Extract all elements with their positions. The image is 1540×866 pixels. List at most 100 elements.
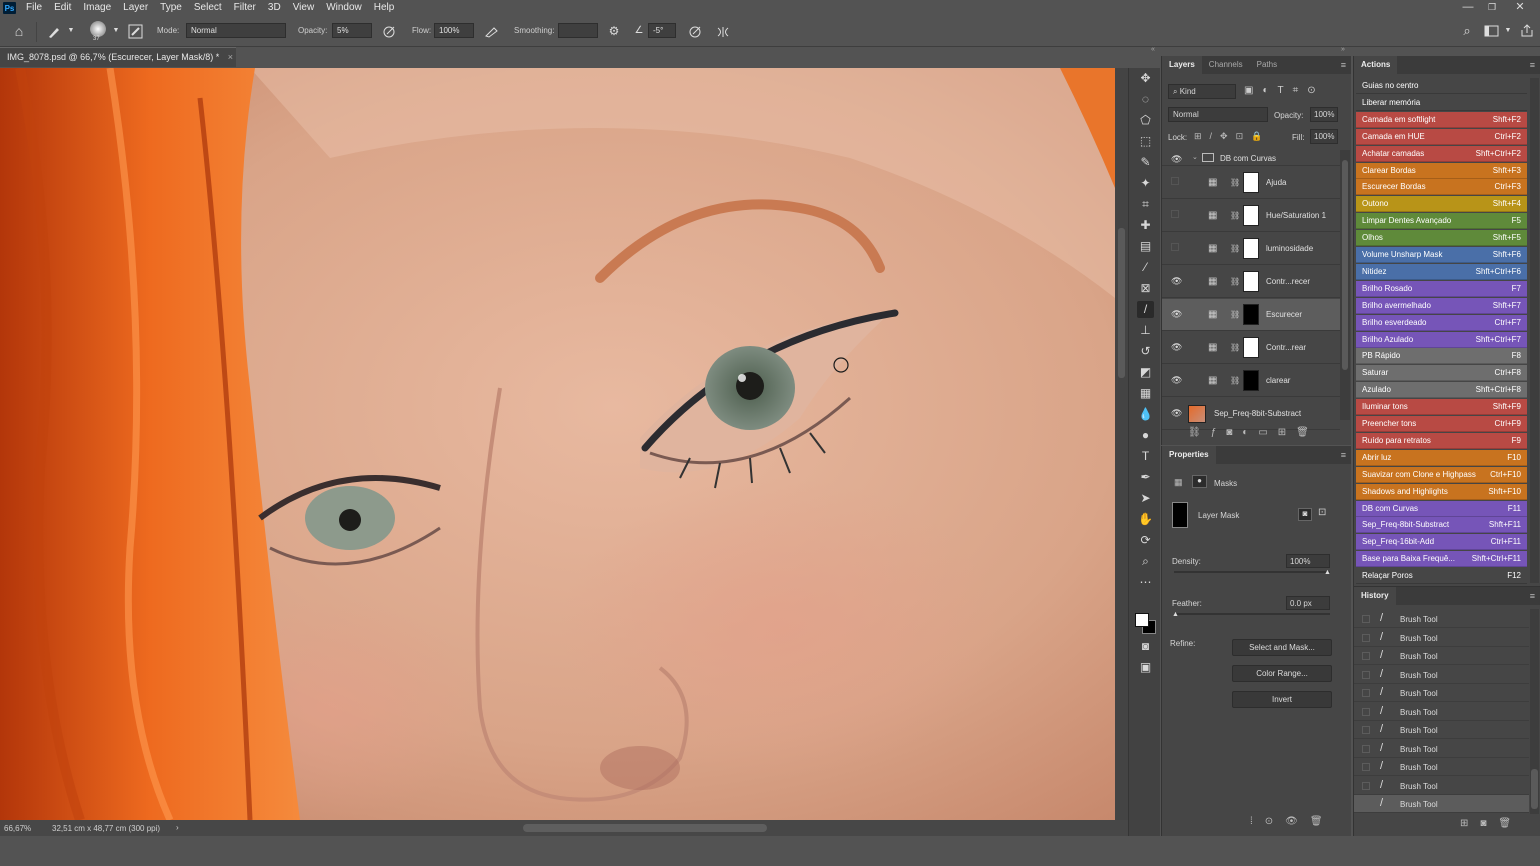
vector-mask-icon[interactable]: ⊡ — [1318, 507, 1326, 518]
action-item[interactable]: Camada em softlight Shft+F2 — [1356, 111, 1527, 128]
mask-mode-icon[interactable]: ● — [1192, 475, 1207, 488]
layer-opacity-field[interactable]: 100% — [1310, 107, 1338, 122]
layer-filter-icons[interactable]: ▣◐T⌗⊙ — [1244, 85, 1325, 96]
chain-link-icon[interactable]: ⛓ — [1230, 210, 1242, 222]
action-item[interactable]: Relaçar Poros F12 — [1356, 568, 1527, 585]
history-brush-icon[interactable]: ↺ — [1137, 343, 1154, 360]
layer-mask-thumbnail[interactable] — [1243, 205, 1259, 226]
opacity-field[interactable]: 5% — [332, 23, 372, 38]
history-state[interactable]: / Brush Tool — [1354, 684, 1529, 702]
layers-scrollbar[interactable] — [1340, 150, 1350, 420]
history-snapshot-checkbox[interactable] — [1362, 652, 1370, 660]
polygonal-lasso-icon[interactable]: ⬠ — [1137, 112, 1154, 129]
hand-tool-icon[interactable]: ✋ — [1137, 511, 1154, 528]
action-item[interactable]: Abrir luz F10 — [1356, 449, 1527, 466]
layer-row[interactable]: 👁 ▦ ⛓ Escurecer — [1162, 299, 1340, 331]
chevron-down-icon[interactable]: ▼ — [64, 24, 78, 38]
history-scrollbar[interactable] — [1530, 609, 1539, 814]
tab-history[interactable]: History — [1354, 587, 1396, 605]
action-item[interactable]: Brilho Rosado F7 — [1356, 280, 1527, 297]
pen-tool-icon[interactable]: ✒ — [1137, 469, 1154, 486]
scroll-thumb[interactable] — [1118, 228, 1125, 378]
density-field[interactable]: 100% — [1286, 554, 1330, 568]
chain-link-icon[interactable]: ⛓ — [1230, 276, 1242, 288]
history-menu-icon[interactable]: ≡ — [1530, 591, 1535, 601]
expand-panels-icon[interactable]: » — [1341, 46, 1345, 53]
status-menu-arrow[interactable]: › — [176, 823, 179, 832]
quick-mask-icon[interactable]: ◙ — [1137, 638, 1154, 655]
layer-row[interactable]: 👁 ▦ ⛓ Contr...recer — [1162, 266, 1340, 298]
action-item[interactable]: Camada em HUE Ctrl+F2 — [1356, 128, 1527, 145]
color-range-button[interactable]: Color Range... — [1232, 665, 1332, 682]
visibility-eye-icon[interactable] — [1171, 177, 1179, 185]
visibility-eye-icon[interactable] — [1171, 210, 1179, 218]
smoothing-field[interactable] — [558, 23, 598, 38]
action-item[interactable]: Suavizar com Clone e Highpass Ctrl+F10 — [1356, 466, 1527, 483]
action-item[interactable]: Base para Baixa Frequê... Shft+Ctrl+F11 — [1356, 551, 1527, 568]
flow-field[interactable]: 100% — [434, 23, 474, 38]
collapse-panels-icon[interactable]: « — [1151, 46, 1155, 53]
pressure-opacity-icon[interactable] — [382, 24, 397, 39]
action-item[interactable]: Escurecer Bordas Ctrl+F3 — [1356, 179, 1527, 196]
layer-row[interactable]: 👁 ▦ ⛓ Contr...rear — [1162, 332, 1340, 364]
layer-mask-thumbnail[interactable] — [1243, 172, 1259, 193]
action-item[interactable]: Iluminar tons Shft+F9 — [1356, 399, 1527, 416]
menu-3d[interactable]: 3D — [262, 0, 287, 16]
action-item[interactable]: Outono Shft+F4 — [1356, 196, 1527, 213]
layer-filter-select[interactable]: ⌕ Kind — [1168, 84, 1236, 99]
move-tool-icon[interactable]: ✥ — [1137, 70, 1154, 87]
action-item[interactable]: Olhos Shft+F5 — [1356, 230, 1527, 247]
scroll-thumb[interactable] — [1531, 769, 1538, 809]
history-state[interactable]: / Brush Tool — [1354, 721, 1529, 739]
layers-panel-menu-icon[interactable]: ≡ — [1341, 60, 1346, 70]
action-item[interactable]: Limpar Dentes Avançado F5 — [1356, 213, 1527, 230]
brush-tool-icon[interactable]: / — [1137, 301, 1154, 318]
menu-view[interactable]: View — [287, 0, 321, 16]
close-window-button[interactable]: ✕ — [1508, 0, 1532, 14]
dodge-tool-icon[interactable]: ● — [1137, 427, 1154, 444]
chain-link-icon[interactable]: ⛓ — [1230, 177, 1242, 189]
document-canvas[interactable] — [0, 68, 1115, 820]
eraser-tool-icon[interactable]: ◩ — [1137, 364, 1154, 381]
layer-mask-thumbnail[interactable] — [1243, 271, 1259, 292]
feather-slider-thumb[interactable]: ▲ — [1172, 611, 1179, 618]
gear-icon[interactable]: ⚙ — [607, 24, 621, 38]
more-tools-icon[interactable]: ⋯ — [1137, 574, 1154, 591]
layer-row[interactable]: ▦ ⛓ Ajuda — [1162, 167, 1340, 199]
action-item[interactable]: Liberar memória — [1356, 94, 1527, 111]
density-slider-track[interactable] — [1174, 571, 1330, 573]
layer-mask-thumbnail[interactable] — [1243, 370, 1259, 391]
visibility-eye-icon[interactable]: 👁 — [1171, 408, 1182, 418]
layer-mask-thumbnail[interactable] — [1243, 304, 1259, 325]
history-snapshot-checkbox[interactable] — [1362, 615, 1370, 623]
properties-footer-icons[interactable]: ⁞⊙👁🗑 — [1250, 816, 1335, 827]
visibility-eye-icon[interactable]: 👁 — [1171, 309, 1182, 319]
magic-wand-icon[interactable]: ✦ — [1137, 175, 1154, 192]
history-snapshot-checkbox[interactable] — [1362, 726, 1370, 734]
horizontal-scroll-thumb[interactable] — [523, 824, 767, 832]
history-state[interactable]: / Brush Tool — [1354, 740, 1529, 758]
brush-angle-field[interactable]: -5° — [648, 23, 676, 38]
feather-slider-track[interactable] — [1174, 613, 1330, 615]
fill-field[interactable]: 100% — [1310, 129, 1338, 144]
actions-menu-icon[interactable]: ≡ — [1530, 60, 1535, 70]
vertical-scrollbar[interactable] — [1115, 68, 1128, 820]
rotate-view-icon[interactable]: ⟳ — [1137, 532, 1154, 549]
layer-row[interactable]: ▦ ⛓ Hue/Saturation 1 — [1162, 200, 1340, 232]
zoom-tool-icon[interactable]: ⌕ — [1137, 553, 1154, 570]
screen-mode-icon[interactable]: ▣ — [1137, 659, 1154, 676]
chain-link-icon[interactable]: ⛓ — [1230, 309, 1242, 321]
action-item[interactable]: Nitidez Shft+Ctrl+F6 — [1356, 263, 1527, 280]
history-state[interactable]: / Brush Tool — [1354, 629, 1529, 647]
layer-group-row[interactable]: 👁 ⌄ DB com Curvas — [1162, 150, 1340, 166]
history-state[interactable]: / Brush Tool — [1354, 777, 1529, 795]
restore-button[interactable]: ❐ — [1480, 0, 1504, 14]
brush-settings-panel-icon[interactable] — [128, 24, 143, 39]
home-icon[interactable]: ⌂ — [12, 24, 26, 38]
action-item[interactable]: Brilho esverdeado Ctrl+F7 — [1356, 314, 1527, 331]
foreground-color-swatch[interactable] — [1135, 613, 1149, 627]
history-snapshot-checkbox[interactable] — [1362, 800, 1370, 808]
layer-row[interactable]: 👁 ▦ ⛓ clarear — [1162, 365, 1340, 397]
history-snapshot-checkbox[interactable] — [1362, 670, 1370, 679]
tab-properties[interactable]: Properties — [1162, 446, 1216, 464]
